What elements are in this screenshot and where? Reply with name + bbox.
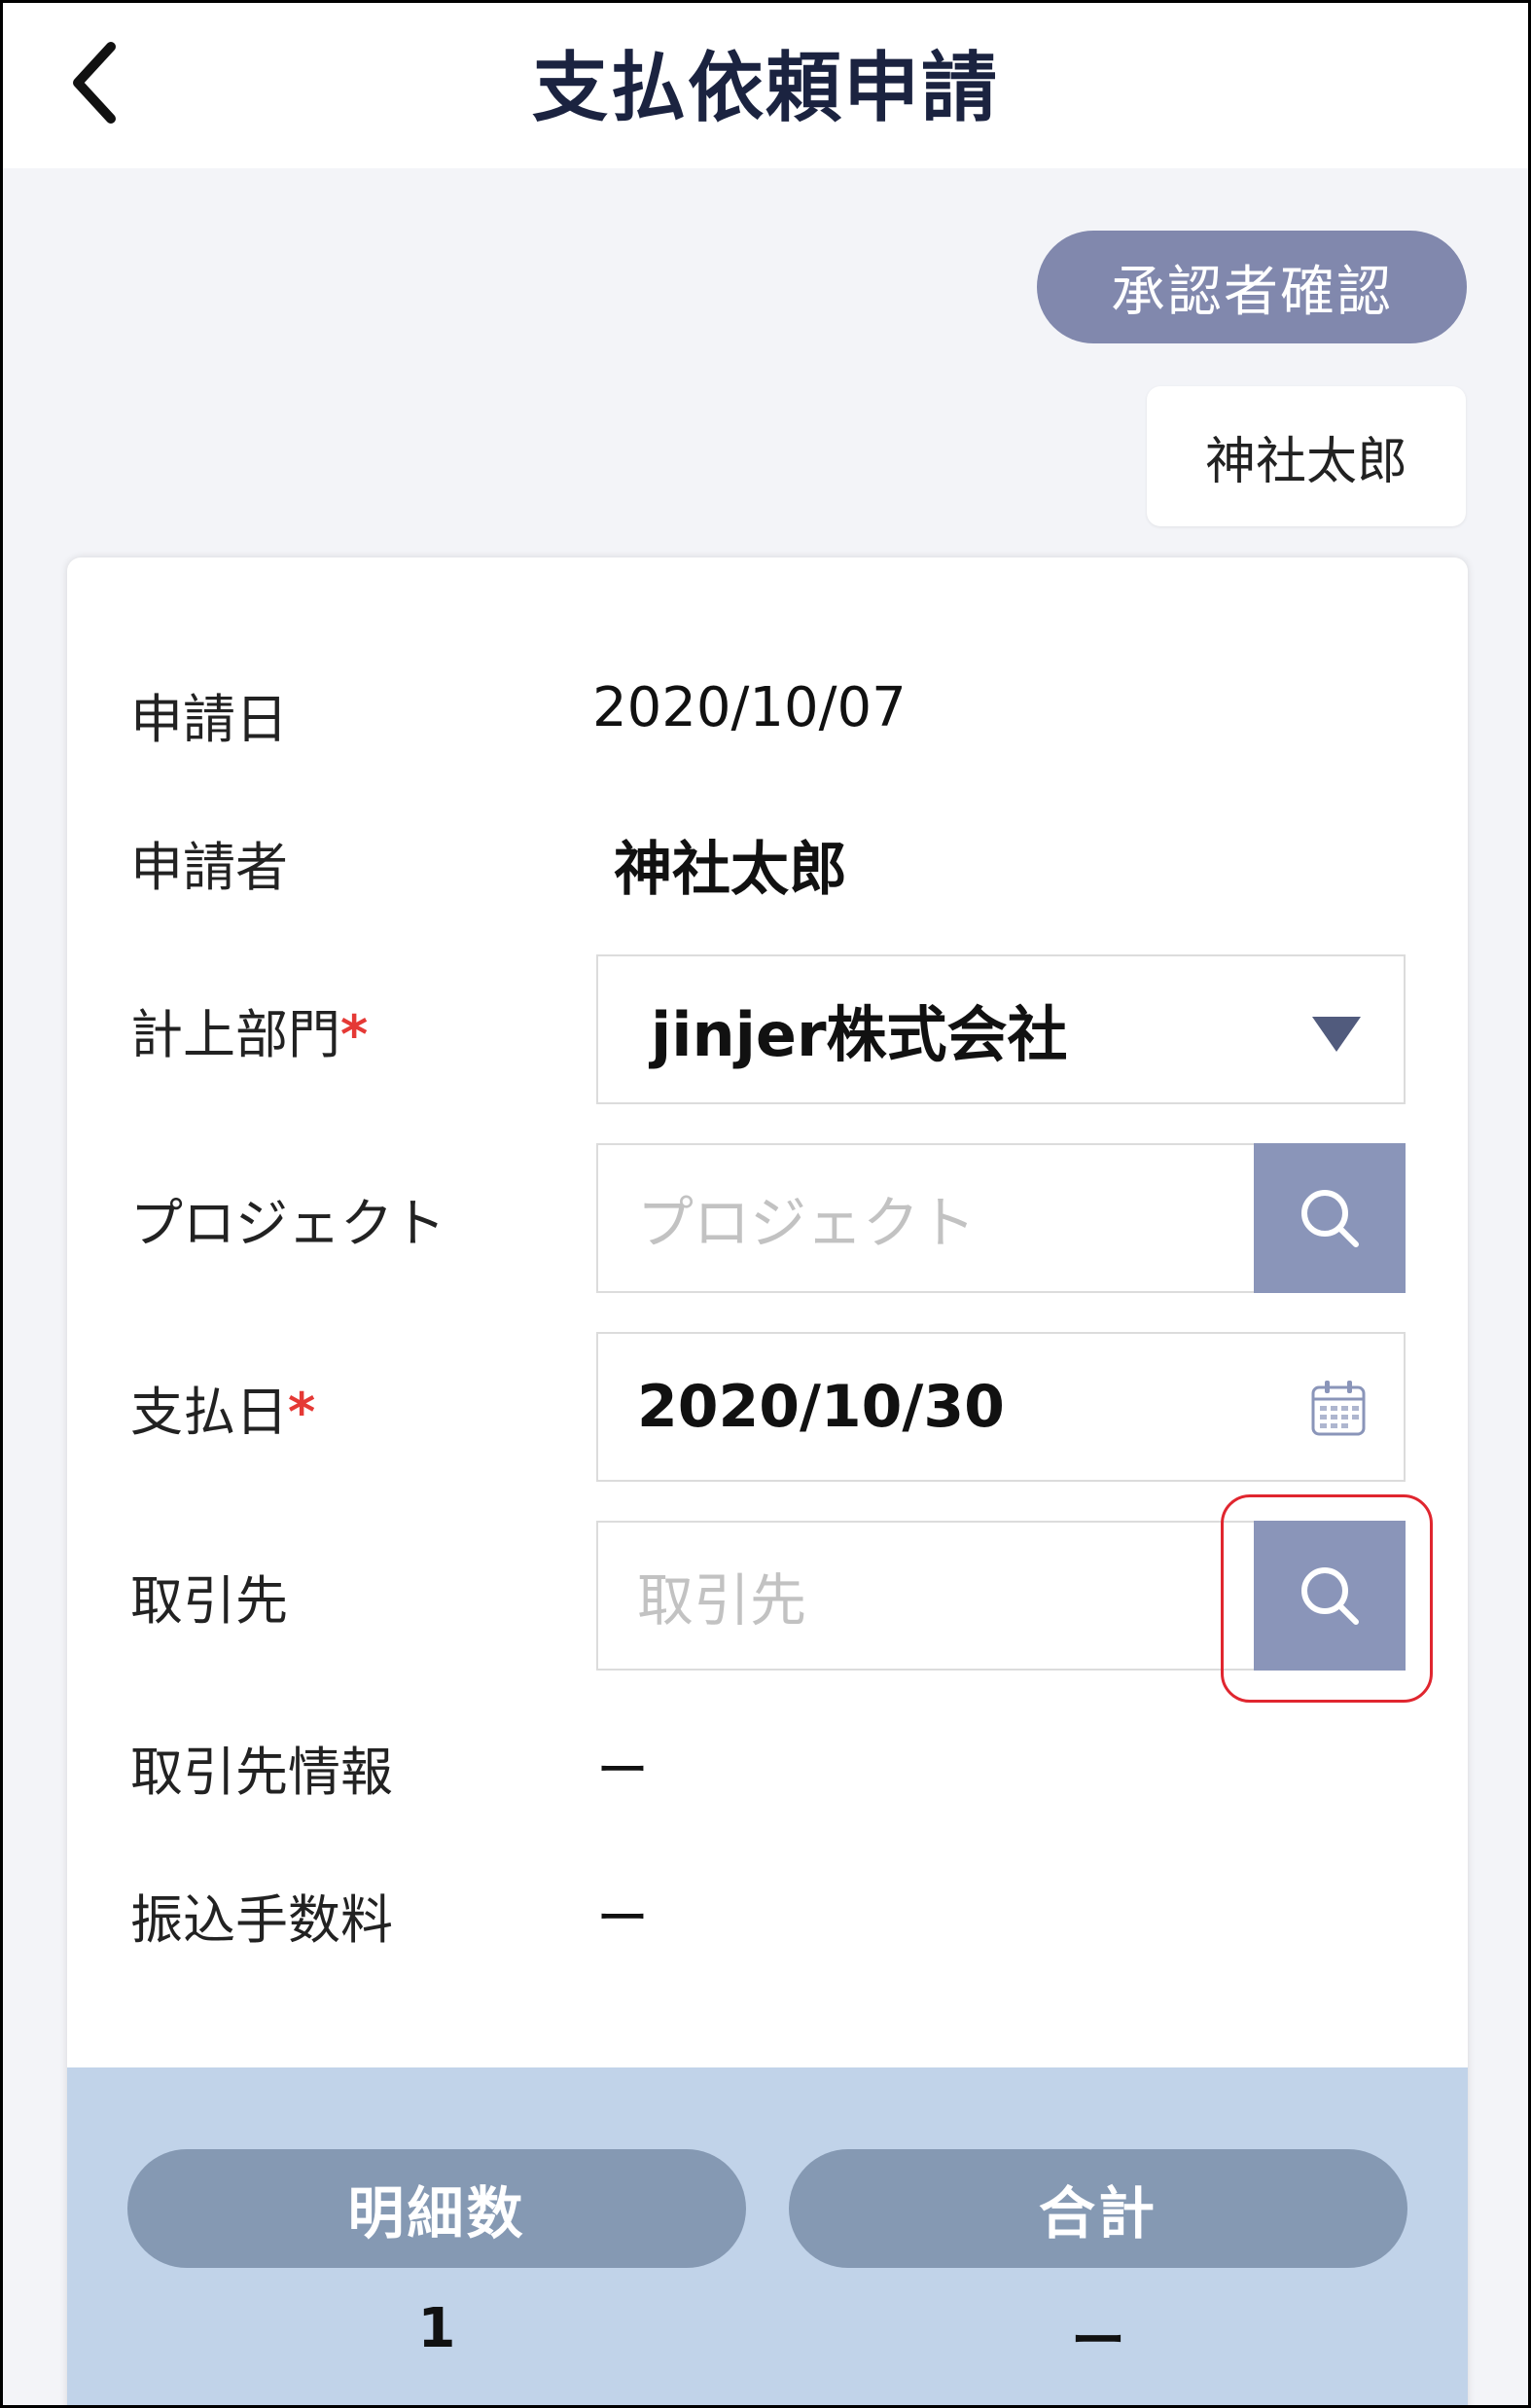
department-label: 計上部門* xyxy=(130,991,368,1068)
search-icon xyxy=(1301,1190,1359,1247)
applicant-value: 神社太郎 xyxy=(614,836,847,904)
payment-date-label: 支払日* xyxy=(130,1369,315,1446)
transfer-fee-value: ー xyxy=(596,1887,649,1949)
vendor-input-placeholder: 取引先 xyxy=(637,1567,807,1634)
project-input-placeholder: プロジェクト xyxy=(637,1190,977,1256)
calendar-icon[interactable] xyxy=(1310,1379,1367,1437)
header-bar: 支払依頼申請 xyxy=(3,3,1528,168)
item-count-header: 明細数 xyxy=(127,2149,746,2268)
project-label: プロジェクト xyxy=(130,1193,445,1254)
summary-band: 明細数 合計 1 ー xyxy=(67,2067,1468,2405)
project-input[interactable]: プロジェクト xyxy=(596,1143,1406,1293)
application-date-value: 2020/10/07 xyxy=(592,676,907,739)
department-select[interactable]: jinjer株式会社 xyxy=(596,954,1406,1104)
applicant-label: 申請者 xyxy=(130,837,288,898)
form-card: 申請日 2020/10/07 申請者 神社太郎 計上部門* jinjer株式会社… xyxy=(67,557,1468,2405)
application-date-label: 申請日 xyxy=(130,689,288,750)
vendor-search-highlight xyxy=(1221,1494,1433,1703)
dropdown-triangle-icon xyxy=(1312,1017,1361,1052)
approver-name-chip: 神社太郎 xyxy=(1147,386,1466,526)
required-mark: * xyxy=(288,1382,316,1443)
project-search-button[interactable] xyxy=(1254,1143,1406,1293)
department-label-text: 計上部門 xyxy=(130,1004,340,1065)
approver-check-button[interactable]: 承認者確認 xyxy=(1037,231,1467,343)
item-count-value: 1 xyxy=(417,2297,456,2360)
vendor-info-label: 取引先情報 xyxy=(130,1742,393,1803)
transfer-fee-label: 振込手数料 xyxy=(130,1889,393,1951)
total-value: ー xyxy=(1071,2310,1125,2373)
vendor-label: 取引先 xyxy=(130,1570,288,1632)
payment-date-label-text: 支払日 xyxy=(130,1382,288,1443)
vendor-info-value: ー xyxy=(596,1740,649,1801)
app-frame: 支払依頼申請 承認者確認 神社太郎 申請日 2020/10/07 申請者 神社太… xyxy=(0,0,1531,2408)
payment-date-input[interactable]: 2020/10/30 xyxy=(596,1332,1406,1482)
page-title: 支払依頼申請 xyxy=(531,45,999,132)
required-mark: * xyxy=(340,1004,369,1065)
payment-date-value: 2020/10/30 xyxy=(637,1373,1005,1441)
total-header: 合計 xyxy=(789,2149,1407,2268)
department-select-value: jinjer株式会社 xyxy=(651,999,1068,1070)
